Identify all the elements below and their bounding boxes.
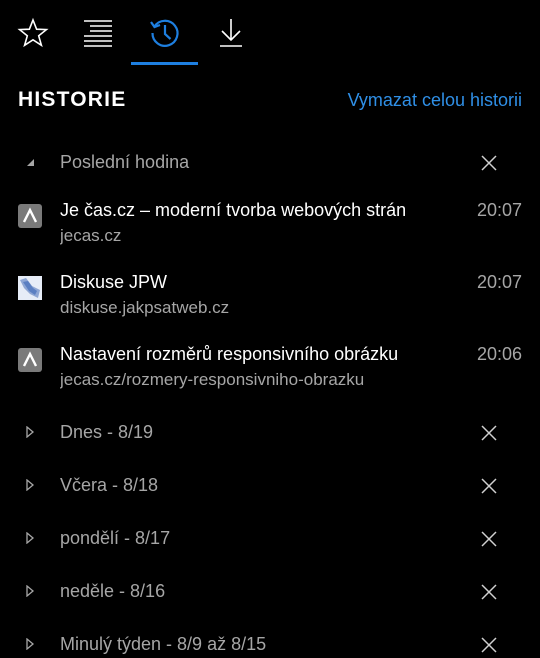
history-group-monday[interactable]: pondělí - 8/17	[0, 518, 540, 558]
jecas-favicon-icon	[18, 204, 42, 228]
history-entry[interactable]: Je čas.cz – moderní tvorba webových strá…	[0, 200, 540, 264]
group-label: pondělí - 8/17	[60, 528, 171, 548]
group-label: Minulý týden - 8/9 až 8/15	[60, 634, 267, 654]
history-entry[interactable]: Nastavení rozměrů responsivního obrázku …	[0, 344, 540, 408]
group-label: Včera - 8/18	[60, 475, 159, 495]
close-icon[interactable]	[476, 579, 502, 605]
close-icon[interactable]	[476, 473, 502, 499]
tab-history[interactable]	[132, 0, 198, 66]
history-group-today[interactable]: Dnes - 8/19	[0, 412, 540, 452]
entry-time: 20:07	[476, 200, 522, 220]
clear-all-history-link[interactable]: Vymazat celou historii	[348, 90, 522, 111]
collapsed-triangle-icon	[24, 424, 36, 440]
expanded-triangle-icon	[24, 154, 36, 170]
history-clock-icon	[148, 16, 182, 50]
group-label: neděle - 8/16	[60, 581, 166, 601]
close-icon[interactable]	[476, 526, 502, 552]
tab-favorites[interactable]	[0, 0, 66, 66]
history-group-last-hour[interactable]: Poslední hodina	[0, 142, 540, 182]
history-group-last-week[interactable]: Minulý týden - 8/9 až 8/15	[0, 624, 540, 658]
group-label: Poslední hodina	[60, 152, 190, 172]
collapsed-triangle-icon	[24, 530, 36, 546]
collapsed-triangle-icon	[24, 583, 36, 599]
entry-title: Je čas.cz – moderní tvorba webových strá…	[60, 200, 407, 220]
download-icon	[216, 17, 246, 49]
entry-time: 20:06	[476, 344, 522, 364]
page-title: HISTORIE	[18, 88, 127, 111]
tab-reading-list[interactable]	[66, 0, 132, 66]
entry-url: jecas.cz	[60, 226, 122, 245]
history-group-yesterday[interactable]: Včera - 8/18	[0, 465, 540, 505]
jpw-favicon-icon	[18, 276, 42, 300]
entry-url: jecas.cz/rozmery-responsivniho-obrazku	[60, 370, 365, 389]
history-group-sunday[interactable]: neděle - 8/16	[0, 571, 540, 611]
entry-time: 20:07	[476, 272, 522, 292]
close-icon[interactable]	[476, 632, 502, 658]
star-icon	[17, 17, 49, 49]
collapsed-triangle-icon	[24, 636, 36, 652]
hub-tabbar	[0, 0, 540, 66]
close-icon[interactable]	[476, 420, 502, 446]
collapsed-triangle-icon	[24, 477, 36, 493]
entry-url: diskuse.jakpsatweb.cz	[60, 298, 230, 317]
reading-list-icon	[82, 18, 116, 48]
entry-title: Diskuse JPW	[60, 272, 168, 292]
active-tab-indicator	[131, 62, 198, 65]
history-header: HISTORIE Vymazat celou historii	[0, 84, 540, 118]
entry-title: Nastavení rozměrů responsivního obrázku	[60, 344, 399, 364]
jecas-favicon-icon	[18, 348, 42, 372]
tab-downloads[interactable]	[198, 0, 264, 66]
history-entry[interactable]: Diskuse JPW diskuse.jakpsatweb.cz 20:07	[0, 272, 540, 336]
close-icon[interactable]	[476, 150, 502, 176]
group-label: Dnes - 8/19	[60, 422, 154, 442]
